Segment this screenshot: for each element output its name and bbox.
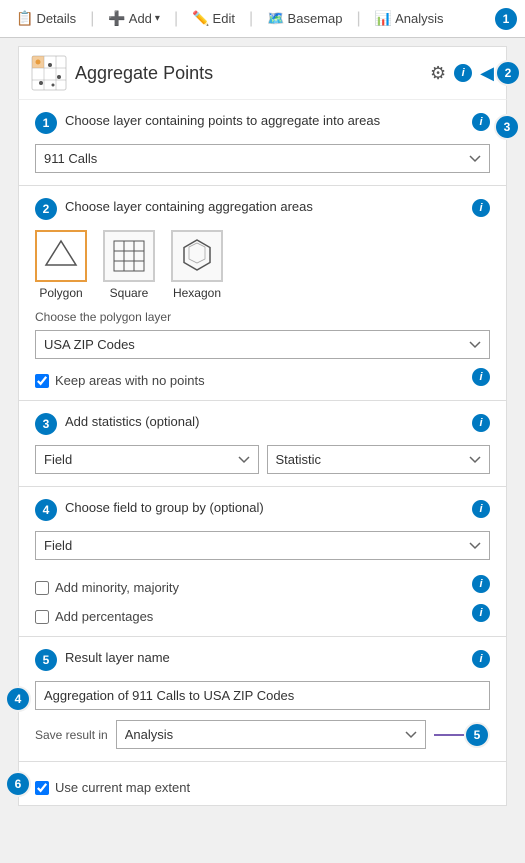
side-callout-2[interactable]: 2: [495, 60, 521, 86]
keep-areas-checkbox[interactable]: [35, 374, 49, 388]
save-result-select[interactable]: Analysis: [116, 720, 426, 749]
section1-number: 1: [35, 112, 57, 134]
side-callout-6[interactable]: 6: [5, 771, 31, 797]
section1-title: Choose layer containing points to aggreg…: [65, 112, 464, 130]
add-icon: ➕: [108, 10, 125, 27]
section2-checkbox-info-icon[interactable]: i: [472, 368, 490, 386]
section4-info-icon[interactable]: i: [472, 500, 490, 518]
edit-icon: ✏️: [192, 10, 209, 27]
map-extent-checkbox[interactable]: [35, 781, 49, 795]
aggregate-points-icon: [31, 55, 67, 91]
square-option[interactable]: Square: [103, 230, 155, 300]
section3-title: Add statistics (optional): [65, 413, 464, 431]
section5-title: Result layer name: [65, 649, 464, 667]
toolbar-details[interactable]: 📋 Details: [8, 6, 84, 31]
section3-statistic-select[interactable]: Statistic: [267, 445, 491, 474]
hexagon-option[interactable]: Hexagon: [171, 230, 223, 300]
panel-title: Aggregate Points: [75, 63, 213, 84]
hexagon-svg-icon: [178, 237, 216, 275]
add-dropdown-arrow: ▾: [155, 13, 160, 24]
analysis-icon: 📊: [375, 10, 392, 27]
percentages-label: Add percentages: [55, 609, 153, 624]
section4-percentages-info-icon[interactable]: i: [472, 604, 490, 622]
hexagon-label: Hexagon: [173, 286, 221, 300]
side-callout-4[interactable]: 4: [5, 686, 31, 712]
section3-number: 3: [35, 413, 57, 435]
percentages-checkbox[interactable]: [35, 610, 49, 624]
map-extent-label: Use current map extent: [55, 780, 190, 795]
save-result-row: Save result in Analysis 5: [35, 720, 490, 749]
polygon-layer-label: Choose the polygon layer: [35, 310, 490, 324]
side-callout-3[interactable]: 3: [494, 114, 520, 140]
section2-polygon-select[interactable]: USA ZIP Codes: [35, 330, 490, 359]
details-icon: 📋: [16, 10, 33, 27]
toolbar-analysis[interactable]: 📊 Analysis: [367, 6, 452, 31]
callout5-arrow-line: [434, 734, 464, 736]
keep-areas-checkbox-row: Keep areas with no points: [35, 373, 205, 388]
toolbar-callout-1[interactable]: 1: [495, 8, 517, 30]
polygon-label: Polygon: [39, 286, 82, 300]
section2-info-icon[interactable]: i: [472, 199, 490, 217]
toolbar-basemap[interactable]: 🗺️ Basemap: [259, 6, 350, 31]
keep-areas-label: Keep areas with no points: [55, 373, 205, 388]
back-arrow-icon[interactable]: ◀: [480, 63, 494, 84]
basemap-icon: 🗺️: [267, 10, 284, 27]
gear-icon[interactable]: ⚙: [430, 63, 446, 84]
section4-title: Choose field to group by (optional): [65, 499, 464, 517]
area-type-options: Polygon Square: [35, 230, 490, 300]
minority-label: Add minority, majority: [55, 580, 179, 595]
side-callout-5[interactable]: 5: [464, 722, 490, 748]
square-icon-box[interactable]: [103, 230, 155, 282]
minority-checkbox-row: Add minority, majority: [35, 580, 179, 595]
section2-number: 2: [35, 198, 57, 220]
polygon-icon-box[interactable]: [35, 230, 87, 282]
section5-number: 5: [35, 649, 57, 671]
section2-title: Choose layer containing aggregation area…: [65, 198, 464, 216]
section1-layer-select[interactable]: 911 Calls: [35, 144, 490, 173]
map-extent-checkbox-row: Use current map extent: [35, 780, 190, 795]
section5-info-icon[interactable]: i: [472, 650, 490, 668]
section3-field-select[interactable]: Field: [35, 445, 259, 474]
percentages-checkbox-row: Add percentages: [35, 609, 153, 624]
polygon-svg-icon: [42, 237, 80, 275]
toolbar-sep-1: |: [90, 10, 94, 28]
section4-minority-info-icon[interactable]: i: [472, 575, 490, 593]
section4-field-select[interactable]: Field: [35, 531, 490, 560]
toolbar-sep-3: |: [249, 10, 253, 28]
toolbar-sep-4: |: [356, 10, 360, 28]
section3-info-icon[interactable]: i: [472, 414, 490, 432]
square-svg-icon: [110, 237, 148, 275]
header-info-icon[interactable]: i: [454, 64, 472, 82]
section4-number: 4: [35, 499, 57, 521]
hexagon-icon-box[interactable]: [171, 230, 223, 282]
toolbar-sep-2: |: [174, 10, 178, 28]
toolbar-edit[interactable]: ✏️ Edit: [184, 6, 243, 31]
save-result-label: Save result in: [35, 728, 108, 742]
square-label: Square: [110, 286, 149, 300]
section3-selects: Field Statistic: [35, 445, 490, 474]
toolbar: 📋 Details | ➕ Add ▾ | ✏️ Edit | 🗺️ Basem…: [0, 0, 525, 38]
section1-info-icon[interactable]: i: [472, 113, 490, 131]
polygon-option[interactable]: Polygon: [35, 230, 87, 300]
toolbar-add[interactable]: ➕ Add ▾: [100, 6, 168, 31]
result-name-input[interactable]: [35, 681, 490, 710]
minority-checkbox[interactable]: [35, 581, 49, 595]
